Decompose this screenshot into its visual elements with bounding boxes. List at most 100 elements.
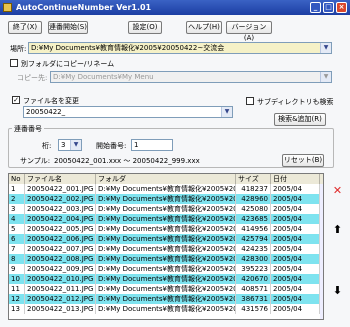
- chevron-down-icon[interactable]: ▼: [70, 140, 81, 150]
- cell-no: 8: [9, 254, 25, 264]
- table-row[interactable]: 1 20050422_001.JPG D:¥My Documents¥教育情報化¥2…: [9, 184, 323, 194]
- copy-dest-value: D:¥My Documents¥My Menu: [53, 73, 154, 81]
- cell-filename: 20050422_008.JPG: [25, 254, 96, 264]
- cell-no: 6: [9, 234, 25, 244]
- cell-filename: 20050422_010.JPG: [25, 274, 96, 284]
- column-header-no[interactable]: No: [9, 174, 25, 184]
- numbering-group-label: 連番番号: [12, 124, 44, 134]
- table-row[interactable]: 12 20050422_012.JPG D:¥My Documents¥教育情報化¥…: [9, 294, 323, 304]
- cell-date: 2005/04: [271, 254, 320, 264]
- move-up-icon[interactable]: ⬆: [331, 223, 344, 236]
- cell-size: 425794: [236, 234, 271, 244]
- cell-filename: 20050422_009.JPG: [25, 264, 96, 274]
- cell-filename: 20050422_006.JPG: [25, 234, 96, 244]
- table-scrollbar[interactable]: [320, 184, 323, 319]
- cell-folder: D:¥My Documents¥教育情報化¥2005¥200...: [98, 254, 236, 264]
- cell-folder: D:¥My Documents¥教育情報化¥2005¥200...: [98, 304, 236, 314]
- rename-checkbox[interactable]: ✓: [12, 96, 20, 104]
- cell-date: 2005/04: [271, 284, 320, 294]
- cell-date: 2005/04: [271, 304, 320, 314]
- cell-no: 10: [9, 274, 25, 284]
- cell-no: 13: [9, 304, 25, 314]
- settings-button[interactable]: 設定(O): [128, 21, 162, 34]
- subdir-checkbox[interactable]: [246, 97, 254, 105]
- cell-date: 2005/04: [271, 294, 320, 304]
- cell-filename: 20050422_011.JPG: [25, 284, 96, 294]
- chevron-down-icon[interactable]: ▼: [221, 107, 232, 117]
- cell-size: 414956: [236, 224, 271, 234]
- rename-combo[interactable]: 20050422_ ▼: [23, 106, 233, 118]
- table-row[interactable]: 8 20050422_008.JPG D:¥My Documents¥教育情報化¥2…: [9, 254, 323, 264]
- column-header-folder[interactable]: フォルダ: [96, 174, 236, 184]
- cell-size: 395223: [236, 264, 271, 274]
- minimize-button[interactable]: _: [310, 2, 321, 13]
- rename-value: 20050422_: [26, 108, 66, 116]
- sample-label: サンプル:: [20, 157, 51, 165]
- column-header-filename[interactable]: ファイル名: [25, 174, 96, 184]
- cell-folder: D:¥My Documents¥教育情報化¥2005¥200...: [98, 264, 236, 274]
- table-row[interactable]: 10 20050422_010.JPG D:¥My Documents¥教育情報化¥…: [9, 274, 323, 284]
- delete-icon[interactable]: ✕: [331, 184, 344, 197]
- cell-filename: 20050422_013.JPG: [25, 304, 96, 314]
- subdir-label: サブディレクトリも検索: [257, 98, 334, 106]
- chevron-down-icon: ▼: [320, 72, 331, 82]
- location-value: D:¥My Documents¥教育情報化¥2005¥20050422~交流会: [31, 44, 225, 52]
- table-row[interactable]: 9 20050422_009.JPG D:¥My Documents¥教育情報化¥2…: [9, 264, 323, 274]
- cell-date: 2005/04: [271, 184, 320, 194]
- column-header-date[interactable]: 日付: [271, 174, 320, 184]
- cell-folder: D:¥My Documents¥教育情報化¥2005¥200...: [98, 184, 236, 194]
- version-button[interactable]: バージョン(A): [226, 21, 272, 42]
- move-down-icon[interactable]: ⬇: [331, 284, 344, 297]
- app-icon: [3, 3, 12, 12]
- cell-no: 4: [9, 214, 25, 224]
- cell-no: 9: [9, 264, 25, 274]
- cell-size: 428960: [236, 194, 271, 204]
- delete-glyph: ✕: [332, 184, 343, 197]
- cell-folder: D:¥My Documents¥教育情報化¥2005¥200...: [98, 214, 236, 224]
- start-number-label: 開始番号:: [96, 142, 127, 150]
- cell-no: 11: [9, 284, 25, 294]
- start-numbering-button[interactable]: 連番開始(S): [48, 21, 88, 34]
- search-add-button[interactable]: 検索&追加(R): [274, 113, 326, 126]
- table-row[interactable]: 11 20050422_011.JPG D:¥My Documents¥教育情報化¥…: [9, 284, 323, 294]
- rename-checkbox-label: ファイル名を変更: [23, 97, 79, 105]
- cell-no: 2: [9, 194, 25, 204]
- table-row[interactable]: 13 20050422_013.JPG D:¥My Documents¥教育情報化¥…: [9, 304, 323, 314]
- cell-no: 5: [9, 224, 25, 234]
- cell-size: 428300: [236, 254, 271, 264]
- cell-date: 2005/04: [271, 274, 320, 284]
- cell-no: 7: [9, 244, 25, 254]
- cell-folder: D:¥My Documents¥教育情報化¥2005¥200...: [98, 224, 236, 234]
- cell-folder: D:¥My Documents¥教育情報化¥2005¥200...: [98, 204, 236, 214]
- file-table[interactable]: No ファイル名 フォルダ サイズ 日付 1 20050422_001.JPG D:…: [8, 173, 324, 320]
- table-row[interactable]: 3 20050422_003.JPG D:¥My Documents¥教育情報化¥2…: [9, 204, 323, 214]
- help-button[interactable]: ヘルプ(H): [186, 21, 222, 34]
- cell-size: 425080: [236, 204, 271, 214]
- start-number-field[interactable]: 1: [131, 139, 173, 151]
- maximize-button[interactable]: □: [323, 2, 334, 13]
- cell-size: 420670: [236, 274, 271, 284]
- cell-folder: D:¥My Documents¥教育情報化¥2005¥200...: [98, 274, 236, 284]
- sample-value: 20050422_001.xxx ～ 20050422_999.xxx: [54, 157, 200, 165]
- column-header-size[interactable]: サイズ: [236, 174, 271, 184]
- chevron-down-icon[interactable]: ▼: [320, 43, 331, 53]
- table-row[interactable]: 7 20050422_007.JPG D:¥My Documents¥教育情報化¥2…: [9, 244, 323, 254]
- copy-checkbox[interactable]: [10, 59, 18, 67]
- cell-size: 386731: [236, 294, 271, 304]
- cell-date: 2005/04: [271, 224, 320, 234]
- table-row[interactable]: 6 20050422_006.JPG D:¥My Documents¥教育情報化¥2…: [9, 234, 323, 244]
- cell-size: 431576: [236, 304, 271, 314]
- cell-date: 2005/04: [271, 204, 320, 214]
- copy-dest-field: D:¥My Documents¥My Menu ▼: [50, 71, 332, 83]
- close-button[interactable]: ×: [336, 2, 347, 13]
- digits-select[interactable]: 3 ▼: [58, 139, 82, 151]
- cell-filename: 20050422_003.JPG: [25, 204, 96, 214]
- reset-button[interactable]: リセット(B): [282, 154, 324, 167]
- table-row[interactable]: 4 20050422_004.JPG D:¥My Documents¥教育情報化¥2…: [9, 214, 323, 224]
- exit-button[interactable]: 終了(X): [8, 21, 42, 34]
- copy-checkbox-label: 別フォルダにコピー/リネーム: [21, 60, 115, 68]
- table-row[interactable]: 5 20050422_005.JPG D:¥My Documents¥教育情報化¥2…: [9, 224, 323, 234]
- table-row[interactable]: 2 20050422_002.JPG D:¥My Documents¥教育情報化¥2…: [9, 194, 323, 204]
- location-combo[interactable]: D:¥My Documents¥教育情報化¥2005¥20050422~交流会 …: [28, 42, 332, 54]
- cell-size: 418237: [236, 184, 271, 194]
